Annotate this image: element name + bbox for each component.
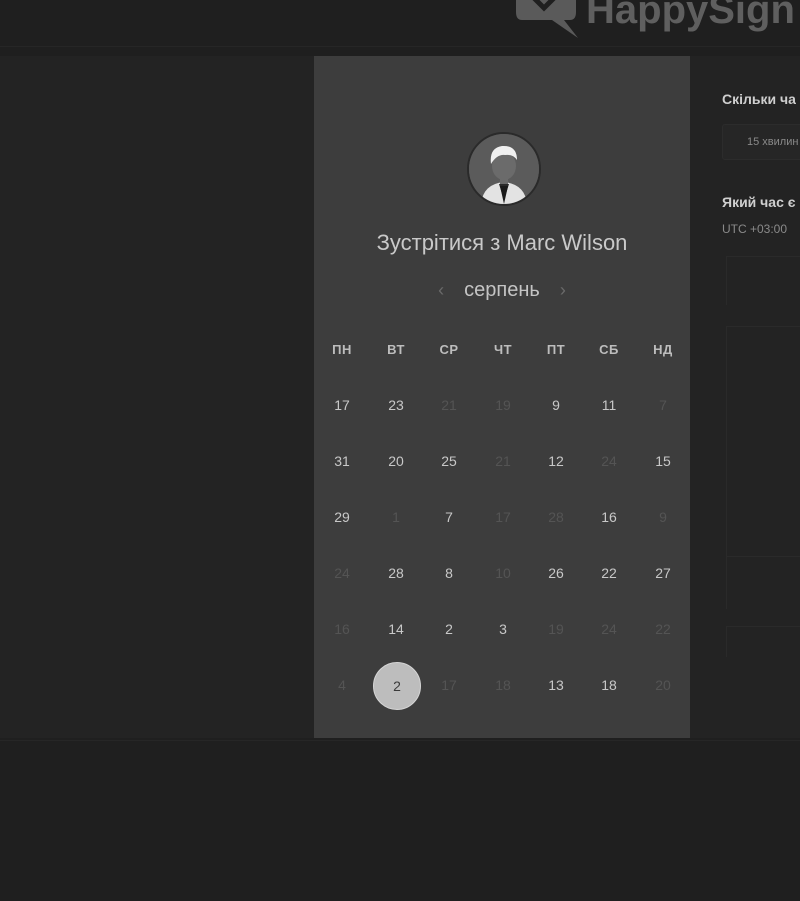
- unavailable-day: 19: [548, 621, 564, 637]
- unavailable-day: 1: [392, 509, 400, 525]
- unavailable-day: 22: [655, 621, 671, 637]
- timezone-select[interactable]: UTC +03:00: [722, 222, 787, 236]
- day-grid: 17 23 21 19 9 11 7 31 20 25 21 12 24 15 29 1 7 17 28 16 9 24 2…: [314, 56, 690, 738]
- available-day[interactable]: 13: [532, 661, 580, 709]
- available-day[interactable]: 23: [372, 381, 420, 429]
- duration-select[interactable]: 15 хвилин: [722, 124, 800, 160]
- available-day[interactable]: 25: [425, 437, 473, 485]
- unavailable-day: 24: [601, 453, 617, 469]
- unavailable-day: 4: [338, 677, 346, 693]
- time-slot[interactable]: [726, 256, 800, 305]
- available-day[interactable]: 17: [318, 381, 366, 429]
- available-day[interactable]: 3: [479, 605, 527, 653]
- top-bar: HappySign: [0, 0, 800, 47]
- available-day[interactable]: 2: [425, 605, 473, 653]
- duration-label: Скільки ча: [722, 91, 796, 107]
- right-pane: Скільки ча 15 хвилин Який час є UTC +03:…: [690, 56, 800, 738]
- unavailable-day: 24: [601, 621, 617, 637]
- unavailable-day: 21: [495, 453, 511, 469]
- unavailable-day: 7: [659, 397, 667, 413]
- calendar-panel: Зустрітися з Marc Wilson ‹ серпень › ПН В…: [314, 56, 690, 738]
- footer-area: [0, 740, 800, 901]
- available-day[interactable]: 18: [585, 661, 633, 709]
- unavailable-day: 10: [495, 565, 511, 581]
- unavailable-day: 19: [495, 397, 511, 413]
- time-label: Який час є: [722, 194, 796, 210]
- unavailable-day: 24: [334, 565, 350, 581]
- available-day[interactable]: 11: [585, 381, 633, 429]
- available-day[interactable]: 31: [318, 437, 366, 485]
- available-day[interactable]: 9: [532, 381, 580, 429]
- unavailable-day: 16: [334, 621, 350, 637]
- available-day[interactable]: 29: [318, 493, 366, 541]
- available-day[interactable]: 16: [585, 493, 633, 541]
- time-slot[interactable]: [726, 626, 800, 657]
- unavailable-day: 18: [495, 677, 511, 693]
- brand-name: HappySign: [586, 0, 795, 32]
- available-day[interactable]: 7: [425, 493, 473, 541]
- left-pane: [0, 56, 314, 738]
- unavailable-day: 17: [495, 509, 511, 525]
- available-day[interactable]: 12: [532, 437, 580, 485]
- unavailable-day: 9: [659, 509, 667, 525]
- available-day[interactable]: 22: [585, 549, 633, 597]
- available-day[interactable]: 15: [639, 437, 687, 485]
- unavailable-day: 17: [441, 677, 457, 693]
- selected-day[interactable]: 2: [373, 662, 421, 710]
- available-day[interactable]: 26: [532, 549, 580, 597]
- time-slot-list: [726, 326, 800, 557]
- brand-logo[interactable]: HappySign: [512, 0, 795, 38]
- time-slot[interactable]: [726, 556, 800, 609]
- unavailable-day: 21: [441, 397, 457, 413]
- unavailable-day: 20: [655, 677, 671, 693]
- available-day[interactable]: 28: [372, 549, 420, 597]
- available-day[interactable]: 27: [639, 549, 687, 597]
- available-day[interactable]: 8: [425, 549, 473, 597]
- unavailable-day: 28: [548, 509, 564, 525]
- available-day[interactable]: 14: [372, 605, 420, 653]
- logo-icon: [516, 0, 578, 38]
- available-day[interactable]: 20: [372, 437, 420, 485]
